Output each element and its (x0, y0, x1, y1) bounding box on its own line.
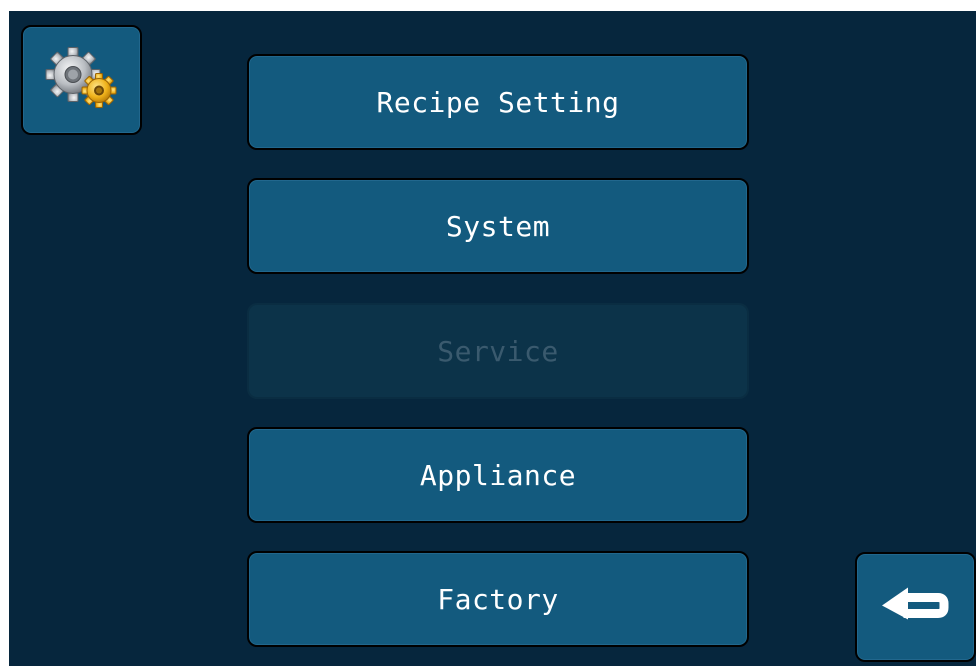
settings-screen: Recipe Setting System Service Appliance … (9, 11, 976, 666)
recipe-setting-label: Recipe Setting (376, 85, 620, 119)
back-button[interactable] (855, 552, 976, 662)
service-label: Service (437, 334, 559, 368)
return-arrow-icon (878, 582, 954, 633)
system-button[interactable]: System (247, 178, 749, 274)
settings-button[interactable] (21, 25, 142, 135)
gears-icon (43, 45, 121, 116)
appliance-label: Appliance (419, 458, 577, 492)
factory-button[interactable]: Factory (247, 551, 749, 647)
service-button: Service (247, 303, 749, 399)
system-label: System (445, 209, 551, 243)
factory-label: Factory (437, 582, 559, 616)
appliance-button[interactable]: Appliance (247, 427, 749, 523)
recipe-setting-button[interactable]: Recipe Setting (247, 54, 749, 150)
